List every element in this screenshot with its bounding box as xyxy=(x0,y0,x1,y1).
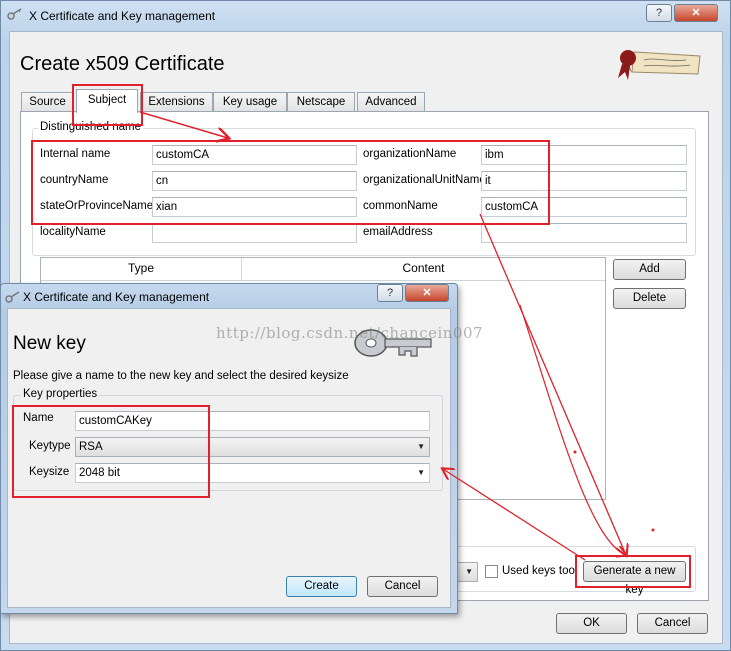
annotation-box-dn-fields xyxy=(31,140,550,225)
dialog-help-button[interactable]: ? xyxy=(377,284,403,302)
dialog-key-icon xyxy=(5,290,21,304)
dialog-cancel-button[interactable]: Cancel xyxy=(367,576,438,597)
type-column-header[interactable]: Type xyxy=(41,258,242,281)
tab-netscape[interactable]: Netscape xyxy=(287,92,355,111)
dialog-title: X Certificate and Key management xyxy=(23,290,210,304)
chevron-down-icon: ▼ xyxy=(465,567,473,576)
email-field[interactable] xyxy=(481,223,687,243)
tab-source[interactable]: Source xyxy=(21,92,74,111)
logo-icon xyxy=(614,44,704,84)
used-keys-label: Used keys too xyxy=(502,565,575,577)
delete-button[interactable]: Delete xyxy=(613,288,686,309)
chevron-down-icon: ▼ xyxy=(417,442,425,451)
locality-label: localityName xyxy=(40,226,106,238)
close-button[interactable]: ✕ xyxy=(674,4,718,22)
content-column-header[interactable]: Content xyxy=(242,258,605,281)
key-properties-title: Key properties xyxy=(21,388,100,400)
ok-button[interactable]: OK xyxy=(556,613,627,634)
app-key-icon xyxy=(7,7,23,21)
email-label: emailAddress xyxy=(363,226,433,238)
dialog-heading: New key xyxy=(13,333,86,354)
add-button[interactable]: Add xyxy=(613,259,686,280)
chevron-down-icon: ▼ xyxy=(417,468,425,477)
tab-key-usage[interactable]: Key usage xyxy=(213,92,287,111)
used-keys-checkbox[interactable] xyxy=(485,565,498,578)
annotation-box-generate-key xyxy=(575,555,691,588)
watermark: http://blog.csdn.net/chancein007 xyxy=(216,324,484,342)
tab-extensions[interactable]: Extensions xyxy=(140,92,213,111)
cancel-button[interactable]: Cancel xyxy=(637,613,708,634)
annotation-box-subject-tab xyxy=(72,84,143,126)
page-title: Create x509 Certificate xyxy=(20,53,225,75)
annotation-box-key-properties xyxy=(12,405,210,498)
dialog-close-button[interactable]: ✕ xyxy=(405,284,449,302)
window-title: X Certificate and Key management xyxy=(29,9,216,23)
locality-field[interactable] xyxy=(152,223,357,243)
dialog-description: Please give a name to the new key and se… xyxy=(13,370,349,382)
create-button[interactable]: Create xyxy=(286,576,357,597)
tab-advanced[interactable]: Advanced xyxy=(357,92,425,111)
help-button[interactable]: ? xyxy=(646,4,672,22)
